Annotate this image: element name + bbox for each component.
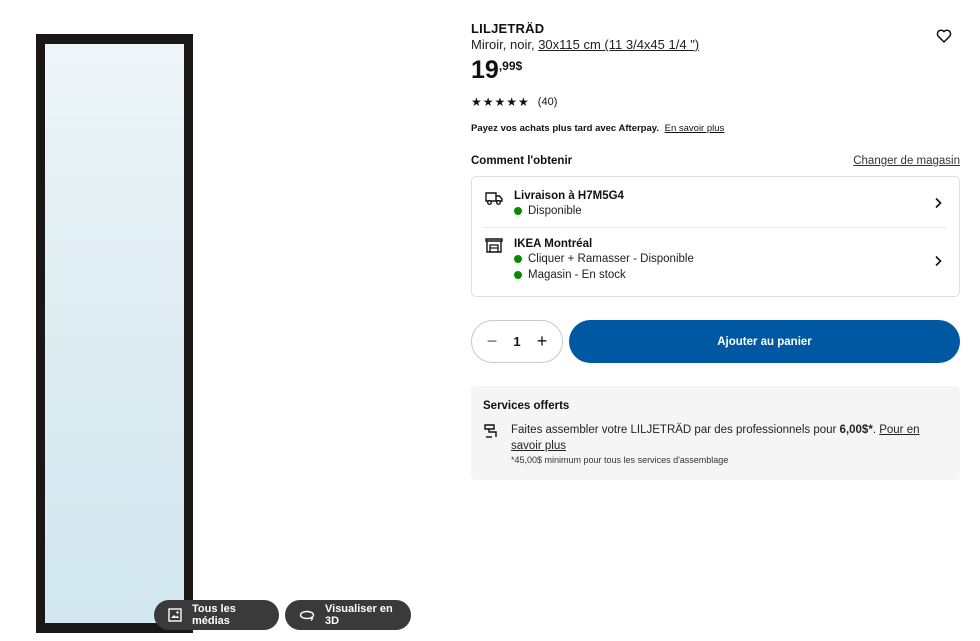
add-to-cart-button[interactable]: Ajouter au panier <box>569 320 960 363</box>
product-size-link[interactable]: 30x115 cm (11 3/4x45 1/4 ") <box>538 37 699 52</box>
product-rating[interactable]: ★★★★★ (40) <box>471 95 557 109</box>
star-icon: ★★★★★ <box>471 95 530 109</box>
services-text-before: Faites assembler votre LILJETRÄD par des… <box>511 424 840 436</box>
fulfillment-title: Comment l'obtenir <box>471 155 573 167</box>
heart-icon[interactable] <box>936 28 952 44</box>
product-image-mirror[interactable] <box>36 34 193 633</box>
available-dot <box>514 255 522 263</box>
afterpay-link[interactable]: En savoir plus <box>665 123 725 134</box>
all-media-button[interactable]: Tous les médias <box>154 600 279 630</box>
services-text: Faites assembler votre LILJETRÄD par des… <box>511 422 941 454</box>
truck-icon <box>485 192 503 205</box>
quantity-stepper: − 1 + <box>471 320 563 363</box>
chevron-right-icon <box>935 255 942 267</box>
click-collect-text: Cliquer + Ramasser - Disponible <box>528 253 694 265</box>
all-media-label: Tous les médias <box>192 603 236 627</box>
store-title: IKEA Montréal <box>514 238 593 250</box>
availability-box: Livraison à H7M5G4 Disponible IKEA Montr… <box>471 176 960 297</box>
review-count: (40) <box>537 96 558 108</box>
services-title: Services offerts <box>483 400 570 412</box>
product-description-text: Miroir, noir, <box>471 37 539 52</box>
services-price: 6,00$* <box>839 424 873 436</box>
product-description: Miroir, noir, 30x115 cm (11 3/4x45 1/4 "… <box>471 37 699 52</box>
store-icon <box>485 238 503 253</box>
rotate-3d-icon <box>299 610 315 621</box>
plus-icon[interactable]: + <box>534 331 550 351</box>
mirror-glass <box>45 44 184 623</box>
change-store-link[interactable]: Changer de magasin <box>853 155 960 167</box>
available-dot <box>514 207 522 215</box>
afterpay-notice: Payez vos achats plus tard avec Afterpay… <box>471 123 724 134</box>
services-box: Services offerts Faites assembler votre … <box>471 386 960 480</box>
delivery-status-text: Disponible <box>528 205 582 217</box>
image-icon <box>168 608 182 622</box>
product-price: 19 ,99$ <box>471 56 522 84</box>
product-name: LILJETRÄD <box>471 21 545 36</box>
quantity-value[interactable]: 1 <box>513 334 520 349</box>
services-note: *45,00$ minimum pour tous les services d… <box>511 455 729 465</box>
minus-icon[interactable]: − <box>484 331 500 351</box>
delivery-title: Livraison à H7M5G4 <box>514 190 624 202</box>
in-store-status: Magasin - En stock <box>514 269 626 281</box>
available-dot <box>514 271 522 279</box>
store-row[interactable]: IKEA Montréal Cliquer + Ramasser - Dispo… <box>472 228 959 298</box>
in-store-text: Magasin - En stock <box>528 269 626 281</box>
product-media: Tous les médias Visualiser en 3D <box>0 0 460 641</box>
view-3d-label: Visualiser en 3D <box>325 603 393 627</box>
delivery-row[interactable]: Livraison à H7M5G4 Disponible <box>472 177 959 227</box>
view-3d-button[interactable]: Visualiser en 3D <box>285 600 411 630</box>
click-collect-status: Cliquer + Ramasser - Disponible <box>514 253 694 265</box>
chevron-right-icon <box>935 197 942 209</box>
afterpay-text: Payez vos achats plus tard avec Afterpay… <box>471 123 659 134</box>
assembly-icon <box>484 424 497 438</box>
delivery-status: Disponible <box>514 205 582 217</box>
price-cents: ,99$ <box>498 59 523 73</box>
price-main: 19 <box>471 56 499 84</box>
